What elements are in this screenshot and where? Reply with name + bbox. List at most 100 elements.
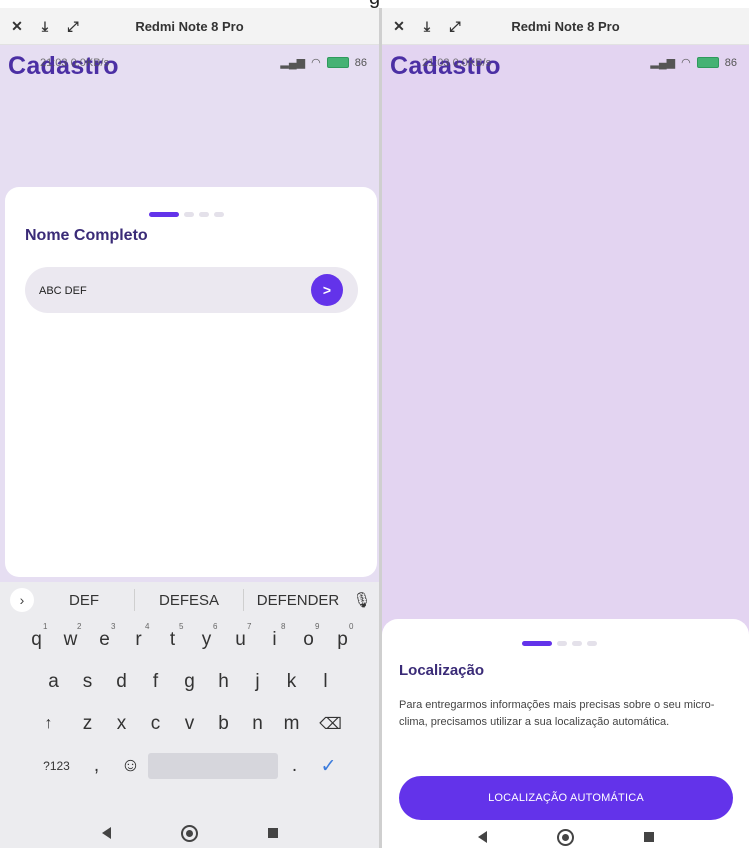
key-s[interactable]: s [71, 664, 105, 700]
auto-location-button[interactable]: LOCALIZAÇÃO AUTOMÁTICA [399, 776, 733, 820]
android-navbar [0, 818, 379, 848]
device-name: Redmi Note 8 Pro [511, 18, 620, 34]
key-a[interactable]: a [37, 664, 71, 700]
key-i[interactable]: i8 [258, 622, 292, 658]
comma-key[interactable]: , [80, 748, 114, 784]
key-row-4: ?123 , ☺ . ✓ [0, 748, 379, 784]
status-time: 21:03 0,0KB/s [422, 57, 492, 69]
symbols-key[interactable]: ?123 [34, 748, 80, 784]
key-number-hint: 6 [213, 622, 218, 631]
key-number-hint: 2 [77, 622, 82, 631]
field-label: Nome Completo [25, 227, 148, 244]
battery-level: 86 [354, 56, 367, 69]
key-f[interactable]: f [139, 664, 173, 700]
step-dot [199, 212, 209, 217]
home-icon[interactable] [180, 824, 198, 842]
key-q[interactable]: q1 [20, 622, 54, 658]
key-number-hint: 5 [179, 622, 184, 631]
backspace-key[interactable]: ⌫ [309, 706, 353, 742]
mirror-titlebar: ✕ ⤓ ⤢ Redmi Note 8 Pro [0, 8, 379, 45]
key-l[interactable]: l [309, 664, 343, 700]
step-dot [572, 641, 582, 646]
step-dot [184, 212, 194, 217]
key-y[interactable]: y6 [190, 622, 224, 658]
back-icon[interactable] [101, 827, 111, 839]
phone-screen-right: ✕ ⤓ ⤢ Redmi Note 8 Pro Cadastro 21:03 0,… [382, 8, 749, 848]
device-name: Redmi Note 8 Pro [135, 18, 244, 34]
suggestion-3[interactable]: DEFENDER [244, 592, 352, 609]
key-u[interactable]: u7 [224, 622, 258, 658]
caption-fragment: g [0, 0, 749, 8]
key-j[interactable]: j [241, 664, 275, 700]
phone-screen-left: ✕ ⤓ ⤢ Redmi Note 8 Pro Cadastro 21:03 0,… [0, 8, 379, 848]
step-dot [214, 212, 224, 217]
battery-icon [326, 57, 349, 68]
emoji-key[interactable]: ☺ [114, 748, 148, 784]
status-icons: ▂▄▆ ◠ 86 [650, 56, 737, 70]
key-v[interactable]: v [173, 706, 207, 742]
key-r[interactable]: r4 [122, 622, 156, 658]
battery-level: 86 [724, 56, 737, 69]
step-indicator [522, 641, 597, 646]
name-input[interactable]: ABC DEF > [25, 267, 358, 313]
key-row-1: q1w2e3r4t5y6u7i8o9p0 [0, 622, 379, 658]
key-o[interactable]: o9 [292, 622, 326, 658]
key-n[interactable]: n [241, 706, 275, 742]
mirror-titlebar: ✕ ⤓ ⤢ Redmi Note 8 Pro [382, 8, 749, 45]
key-k[interactable]: k [275, 664, 309, 700]
signal-icon: ▂▄▆ [650, 57, 676, 69]
enter-key[interactable]: ✓ [312, 748, 346, 784]
signal-icon: ▂▄▆ [280, 57, 306, 69]
shift-key[interactable]: ↑ [27, 706, 71, 742]
key-m[interactable]: m [275, 706, 309, 742]
key-h[interactable]: h [207, 664, 241, 700]
recents-icon[interactable] [267, 828, 278, 838]
status-icons: ▂▄▆ ◠ 86 [280, 56, 367, 70]
suggestion-2[interactable]: DEFESA [135, 592, 243, 609]
step-dot-active [149, 212, 179, 217]
key-number-hint: 9 [315, 622, 320, 631]
back-icon[interactable] [477, 831, 487, 843]
key-e[interactable]: e3 [88, 622, 122, 658]
status-time: 21:03 0,0KB/s [40, 57, 110, 69]
form-card: Nome Completo ABC DEF > [5, 187, 377, 577]
space-key[interactable] [147, 753, 278, 779]
step-dot [557, 641, 567, 646]
section-description: Para entregarmos informações mais precis… [399, 699, 715, 728]
key-d[interactable]: d [105, 664, 139, 700]
key-number-hint: 0 [349, 622, 354, 631]
section-title: Localização [399, 662, 485, 679]
key-row-2: asdfghjkl [0, 664, 379, 700]
key-b[interactable]: b [207, 706, 241, 742]
location-sheet: Localização Para entregarmos informações… [382, 619, 749, 848]
microphone-icon[interactable]: 🎙 [352, 591, 372, 609]
step-indicator [149, 212, 224, 217]
key-w[interactable]: w2 [54, 622, 88, 658]
key-c[interactable]: c [139, 706, 173, 742]
key-p[interactable]: p0 [326, 622, 360, 658]
key-z[interactable]: z [71, 706, 105, 742]
wifi-icon: ◠ [311, 57, 321, 69]
chevron-right-icon[interactable]: › [10, 588, 34, 612]
suggestion-bar: › DEF DEFESA DEFENDER 🎙 [0, 582, 379, 618]
key-t[interactable]: t5 [156, 622, 190, 658]
key-row-3: ↑ z x c v b n m ⌫ [0, 706, 379, 742]
wifi-icon: ◠ [681, 57, 691, 69]
name-input-value: ABC DEF [39, 285, 87, 297]
recents-icon[interactable] [643, 832, 654, 842]
android-navbar [382, 824, 749, 848]
key-number-hint: 1 [43, 622, 48, 631]
next-button[interactable]: > [311, 274, 343, 306]
home-icon[interactable] [556, 828, 574, 846]
step-dot [587, 641, 597, 646]
soft-keyboard: › DEF DEFESA DEFENDER 🎙 q1w2e3r4t5y6u7i8… [0, 582, 379, 848]
key-x[interactable]: x [105, 706, 139, 742]
key-number-hint: 8 [281, 622, 286, 631]
key-number-hint: 3 [111, 622, 116, 631]
key-g[interactable]: g [173, 664, 207, 700]
key-number-hint: 4 [145, 622, 150, 631]
suggestion-1[interactable]: DEF [34, 592, 134, 609]
step-dot-active [522, 641, 552, 646]
period-key[interactable]: . [278, 748, 312, 784]
battery-icon [696, 57, 719, 68]
